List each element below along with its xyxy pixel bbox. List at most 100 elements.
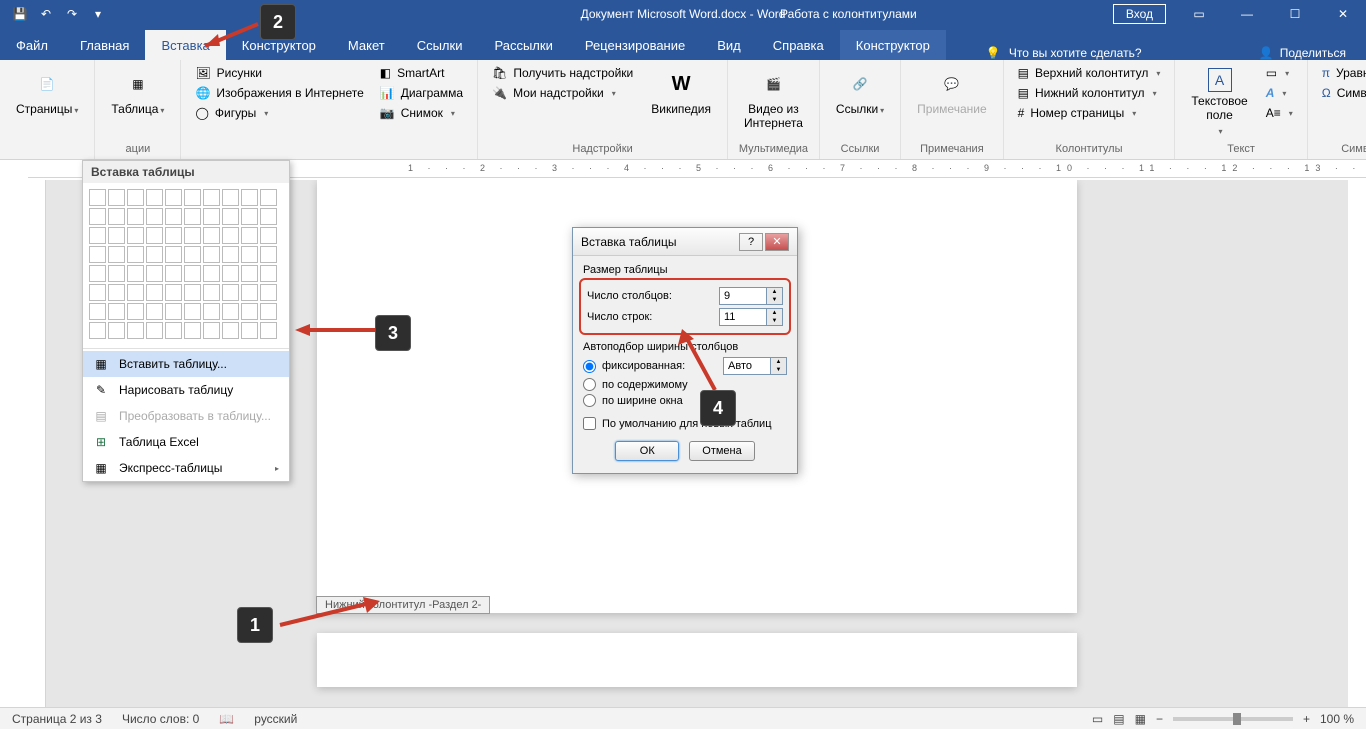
grid-cell[interactable] <box>165 227 182 244</box>
grid-cell[interactable] <box>241 189 258 206</box>
grid-cell[interactable] <box>241 284 258 301</box>
grid-cell[interactable] <box>222 246 239 263</box>
draw-table-item[interactable]: ✎ Нарисовать таблицу <box>83 377 289 403</box>
grid-cell[interactable] <box>127 322 144 339</box>
save-icon[interactable]: 💾 <box>8 2 32 26</box>
grid-cell[interactable] <box>260 265 277 282</box>
insert-table-item[interactable]: ▦ Вставить таблицу... <box>83 351 289 377</box>
grid-cell[interactable] <box>260 189 277 206</box>
grid-cell[interactable] <box>260 227 277 244</box>
grid-cell[interactable] <box>108 322 125 339</box>
grid-cell[interactable] <box>108 303 125 320</box>
grid-cell[interactable] <box>241 208 258 225</box>
grid-cell[interactable] <box>241 227 258 244</box>
up-arrow-icon[interactable]: ▲ <box>771 358 786 366</box>
grid-cell[interactable] <box>241 265 258 282</box>
vertical-ruler[interactable] <box>28 180 46 707</box>
pages-button[interactable]: 📄 Страницы▾ <box>8 64 86 120</box>
fixed-width-spinner[interactable]: ▲▼ <box>723 357 787 375</box>
remember-checkbox[interactable] <box>583 417 596 430</box>
symbol-button[interactable]: ΩСимвол▾ <box>1316 84 1366 102</box>
tab-view[interactable]: Вид <box>701 30 757 60</box>
online-pictures-button[interactable]: 🌐Изображения в Интернете <box>189 84 369 102</box>
columns-input[interactable] <box>719 287 767 305</box>
grid-cell[interactable] <box>184 189 201 206</box>
pagenum-button[interactable]: #Номер страницы▾ <box>1012 104 1167 122</box>
grid-cell[interactable] <box>203 189 220 206</box>
equation-button[interactable]: πУравнение▾ <box>1316 64 1366 82</box>
header-button[interactable]: ▤Верхний колонтитул▾ <box>1012 64 1167 82</box>
content-radio[interactable] <box>583 378 596 391</box>
zoom-out-icon[interactable]: − <box>1156 712 1163 726</box>
table-button[interactable]: ▦ Таблица▾ <box>103 64 172 120</box>
excel-table-item[interactable]: ⊞ Таблица Excel <box>83 429 289 455</box>
grid-cell[interactable] <box>108 208 125 225</box>
grid-cell[interactable] <box>203 322 220 339</box>
zoom-level[interactable]: 100 % <box>1320 712 1354 726</box>
my-addins-button[interactable]: 🔌Мои надстройки▾ <box>486 84 639 102</box>
grid-cell[interactable] <box>222 322 239 339</box>
grid-cell[interactable] <box>260 322 277 339</box>
help-button[interactable]: ? <box>739 233 763 251</box>
read-mode-icon[interactable]: ▭ <box>1092 712 1103 726</box>
grid-cell[interactable] <box>146 322 163 339</box>
grid-cell[interactable] <box>146 303 163 320</box>
grid-cell[interactable] <box>89 246 106 263</box>
grid-cell[interactable] <box>260 208 277 225</box>
word-count[interactable]: Число слов: 0 <box>122 712 199 726</box>
grid-cell[interactable] <box>89 265 106 282</box>
down-arrow-icon[interactable]: ▼ <box>767 296 782 304</box>
chart-button[interactable]: 📊Диаграмма <box>374 84 469 102</box>
grid-cell[interactable] <box>89 227 106 244</box>
spellcheck-icon[interactable]: 📖 <box>219 712 234 726</box>
grid-cell[interactable] <box>146 246 163 263</box>
tab-review[interactable]: Рецензирование <box>569 30 701 60</box>
down-arrow-icon[interactable]: ▼ <box>771 366 786 374</box>
grid-cell[interactable] <box>108 227 125 244</box>
grid-cell[interactable] <box>165 208 182 225</box>
grid-cell[interactable] <box>127 208 144 225</box>
tab-mailings[interactable]: Рассылки <box>478 30 568 60</box>
grid-cell[interactable] <box>203 208 220 225</box>
window-radio[interactable] <box>583 394 596 407</box>
columns-spinner[interactable]: ▲▼ <box>719 287 783 305</box>
up-arrow-icon[interactable]: ▲ <box>767 288 782 296</box>
zoom-in-icon[interactable]: + <box>1303 712 1310 726</box>
screenshot-button[interactable]: 📷Снимок▾ <box>374 104 469 122</box>
grid-cell[interactable] <box>222 208 239 225</box>
grid-cell[interactable] <box>165 189 182 206</box>
page-2[interactable] <box>317 633 1077 687</box>
grid-cell[interactable] <box>203 227 220 244</box>
tab-contextual-design[interactable]: Конструктор <box>840 30 946 60</box>
rows-spinner[interactable]: ▲▼ <box>719 308 783 326</box>
redo-icon[interactable]: ↷ <box>60 2 84 26</box>
grid-cell[interactable] <box>222 189 239 206</box>
grid-cell[interactable] <box>184 284 201 301</box>
tab-home[interactable]: Главная <box>64 30 145 60</box>
dialog-titlebar[interactable]: Вставка таблицы ? ✕ <box>573 228 797 256</box>
grid-cell[interactable] <box>127 284 144 301</box>
grid-cell[interactable] <box>127 246 144 263</box>
page-indicator[interactable]: Страница 2 из 3 <box>12 712 102 726</box>
cancel-button[interactable]: Отмена <box>689 441 754 461</box>
grid-cell[interactable] <box>241 246 258 263</box>
grid-cell[interactable] <box>260 246 277 263</box>
online-video-button[interactable]: 🎬 Видео из Интернета <box>736 64 811 135</box>
minimize-icon[interactable]: — <box>1224 0 1270 28</box>
quickparts-button[interactable]: ▭▾ <box>1260 64 1299 82</box>
grid-cell[interactable] <box>203 303 220 320</box>
fixed-radio[interactable] <box>583 360 596 373</box>
wikipedia-button[interactable]: W Википедия <box>643 64 719 120</box>
maximize-icon[interactable]: ☐ <box>1272 0 1318 28</box>
grid-cell[interactable] <box>146 284 163 301</box>
dropcap-button[interactable]: A≡▾ <box>1260 104 1299 122</box>
links-button[interactable]: 🔗 Ссылки▾ <box>828 64 892 120</box>
wordart-button[interactable]: A▾ <box>1260 84 1299 102</box>
grid-cell[interactable] <box>146 265 163 282</box>
tab-references[interactable]: Ссылки <box>401 30 479 60</box>
grid-cell[interactable] <box>127 303 144 320</box>
grid-cell[interactable] <box>127 227 144 244</box>
grid-cell[interactable] <box>203 284 220 301</box>
grid-cell[interactable] <box>146 189 163 206</box>
grid-cell[interactable] <box>165 284 182 301</box>
